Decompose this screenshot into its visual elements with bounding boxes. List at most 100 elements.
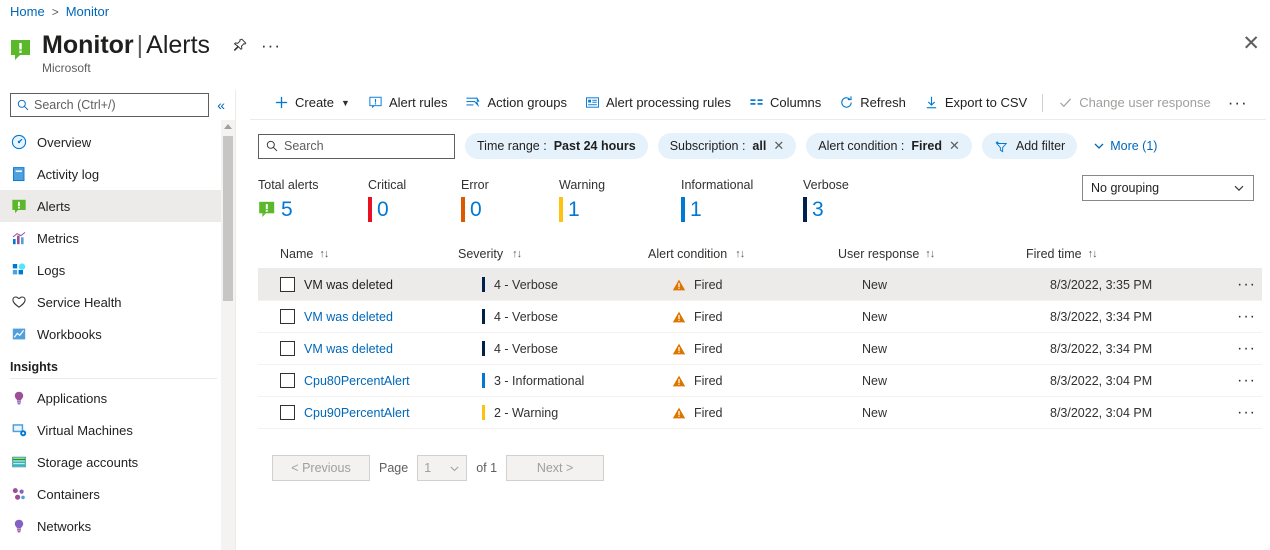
- severity-bar-verbose: [803, 196, 807, 222]
- table-row[interactable]: VM was deleted 4 - Verbose Fired New 8/3…: [258, 269, 1262, 301]
- sidebar-item-networks[interactable]: Networks: [0, 510, 235, 542]
- alert-processing-rules-label: Alert processing rules: [605, 95, 731, 110]
- add-filter-button[interactable]: Add filter: [981, 133, 1078, 159]
- sidebar-item-storage-accounts[interactable]: Storage accounts: [0, 446, 235, 478]
- export-csv-button[interactable]: Export to CSV: [915, 88, 1036, 118]
- sort-icon: ↑↓: [512, 247, 522, 260]
- sidebar-search-input[interactable]: Search (Ctrl+/): [10, 93, 210, 117]
- scroll-up-arrow-icon[interactable]: [224, 124, 232, 129]
- metric-error[interactable]: Error 0: [461, 178, 559, 223]
- close-icon[interactable]: ✕: [1242, 33, 1260, 54]
- next-page-button[interactable]: Next >: [506, 455, 605, 481]
- search-input[interactable]: Search: [258, 133, 455, 159]
- more-filters-label: More (1): [1110, 139, 1158, 153]
- sidebar-item-metrics[interactable]: Metrics: [0, 222, 235, 254]
- row-menu-icon[interactable]: ···: [1237, 276, 1256, 292]
- severity-label: 4 - Verbose: [494, 341, 558, 356]
- alert-name-link[interactable]: Cpu90PercentAlert: [304, 406, 410, 420]
- row-checkbox[interactable]: [280, 405, 295, 420]
- columns-button[interactable]: Columns: [740, 88, 830, 118]
- metric-informational[interactable]: Informational 1: [681, 178, 803, 223]
- double-chevron-left-icon[interactable]: «: [215, 97, 227, 113]
- metric-total-alerts[interactable]: Total alerts 5: [258, 178, 368, 223]
- alerts-table: Name ↑↓ Severity ↑↓ Alert condition ↑↓ U…: [250, 239, 1270, 429]
- alert-name-link[interactable]: VM was deleted: [304, 278, 393, 292]
- cell-user-response: New: [862, 341, 888, 356]
- column-header-severity[interactable]: Severity ↑↓: [458, 247, 648, 261]
- refresh-button[interactable]: Refresh: [830, 88, 915, 118]
- sidebar-item-workbooks[interactable]: Workbooks: [0, 318, 235, 350]
- alert-name-link[interactable]: VM was deleted: [304, 310, 393, 324]
- row-checkbox[interactable]: [280, 341, 295, 356]
- alert-name-link[interactable]: VM was deleted: [304, 342, 393, 356]
- sidebar-item-virtual-machines[interactable]: Virtual Machines: [0, 414, 235, 446]
- sort-icon: ↑↓: [1087, 247, 1098, 260]
- row-menu-icon[interactable]: ···: [1237, 372, 1256, 388]
- cell-alert-condition: Fired: [672, 310, 862, 324]
- breadcrumb-home[interactable]: Home: [10, 4, 45, 19]
- header-overflow-icon[interactable]: ···: [261, 37, 281, 54]
- sidebar-item-activity-log[interactable]: Activity log: [0, 158, 235, 190]
- more-filters-button[interactable]: More (1): [1093, 139, 1157, 153]
- sidebar-item-applications[interactable]: Applications: [0, 382, 235, 414]
- remove-filter-icon[interactable]: ✕: [773, 138, 784, 154]
- sidebar-item-logs[interactable]: Logs: [0, 254, 235, 286]
- table-row[interactable]: VM was deleted 4 - Verbose Fired New 8/3…: [258, 301, 1262, 333]
- command-bar-overflow-icon[interactable]: ···: [1220, 94, 1256, 111]
- breadcrumb: Home > Monitor: [10, 4, 109, 19]
- table-row[interactable]: Cpu80PercentAlert 3 - Informational Fire…: [258, 365, 1262, 397]
- column-header-fired-time[interactable]: Fired time ↑↓: [1026, 247, 1211, 261]
- action-groups-button[interactable]: Action groups: [456, 88, 576, 118]
- row-menu-icon[interactable]: ···: [1237, 308, 1256, 324]
- filter-pill-time-range[interactable]: Time range : Past 24 hours: [465, 133, 648, 159]
- column-header-name[interactable]: Name ↑↓: [280, 247, 458, 261]
- filter-pill-alert-condition[interactable]: Alert condition : Fired ✕: [806, 133, 972, 159]
- azure-portal-page: Home > Monitor Monitor | Alerts Microsoft: [0, 0, 1270, 550]
- severity-bar: [482, 373, 485, 388]
- row-menu-icon[interactable]: ···: [1237, 340, 1256, 356]
- create-button[interactable]: Create ▼: [265, 88, 359, 118]
- column-header-alert-condition[interactable]: Alert condition ↑↓: [648, 247, 838, 261]
- row-checkbox[interactable]: [280, 373, 295, 388]
- metric-value: 3: [812, 197, 824, 221]
- condition-label: Fired: [694, 373, 723, 388]
- cell-severity: 4 - Verbose: [482, 309, 672, 324]
- row-checkbox[interactable]: [280, 277, 295, 292]
- pin-icon[interactable]: [232, 38, 247, 53]
- main-pane: Create ▼ Alert rules Action groups Alert…: [250, 86, 1270, 550]
- sidebar-item-service-health[interactable]: Service Health: [0, 286, 235, 318]
- change-user-response-button[interactable]: Change user response: [1049, 88, 1220, 118]
- network-icon: [10, 518, 27, 535]
- table-row[interactable]: Cpu90PercentAlert 2 - Warning Fired New …: [258, 397, 1262, 429]
- sidebar-scrollbar[interactable]: [221, 120, 235, 550]
- sidebar-item-overview[interactable]: Overview: [0, 126, 235, 158]
- previous-page-button[interactable]: < Previous: [272, 455, 370, 481]
- grouping-select[interactable]: No grouping: [1082, 175, 1254, 201]
- column-header-user-response[interactable]: User response ↑↓: [838, 247, 1026, 261]
- sidebar-nav-list: Overview Activity log Alerts Metrics Log…: [0, 126, 235, 542]
- metric-verbose[interactable]: Verbose 3: [803, 178, 903, 223]
- plus-icon: [274, 95, 289, 110]
- sidebar-item-label: Activity log: [37, 166, 100, 182]
- sidebar-item-label: Storage accounts: [37, 454, 139, 470]
- page-number-select[interactable]: 1: [417, 455, 468, 481]
- metric-warning[interactable]: Warning 1: [559, 178, 681, 223]
- filter-pill-subscription[interactable]: Subscription : all ✕: [657, 133, 797, 159]
- alert-processing-rules-button[interactable]: Alert processing rules: [576, 88, 740, 118]
- alert-name-link[interactable]: Cpu80PercentAlert: [304, 374, 410, 388]
- alert-summary: Total alerts 5 Critical 0 Error 0 Warnin…: [250, 159, 1270, 223]
- scrollbar-thumb[interactable]: [223, 136, 233, 301]
- table-row[interactable]: VM was deleted 4 - Verbose Fired New 8/3…: [258, 333, 1262, 365]
- row-checkbox[interactable]: [280, 309, 295, 324]
- severity-label: 4 - Verbose: [494, 309, 558, 324]
- row-menu-icon[interactable]: ···: [1237, 404, 1256, 420]
- severity-bar-informational: [681, 196, 685, 222]
- remove-filter-icon[interactable]: ✕: [949, 138, 960, 154]
- containers-icon: [10, 486, 27, 503]
- metric-critical[interactable]: Critical 0: [368, 178, 461, 223]
- sidebar-item-containers[interactable]: Containers: [0, 478, 235, 510]
- alert-rules-button[interactable]: Alert rules: [359, 88, 457, 118]
- breadcrumb-monitor[interactable]: Monitor: [66, 4, 109, 19]
- sidebar-item-alerts[interactable]: Alerts: [0, 190, 235, 222]
- column-label: Fired time: [1026, 246, 1082, 261]
